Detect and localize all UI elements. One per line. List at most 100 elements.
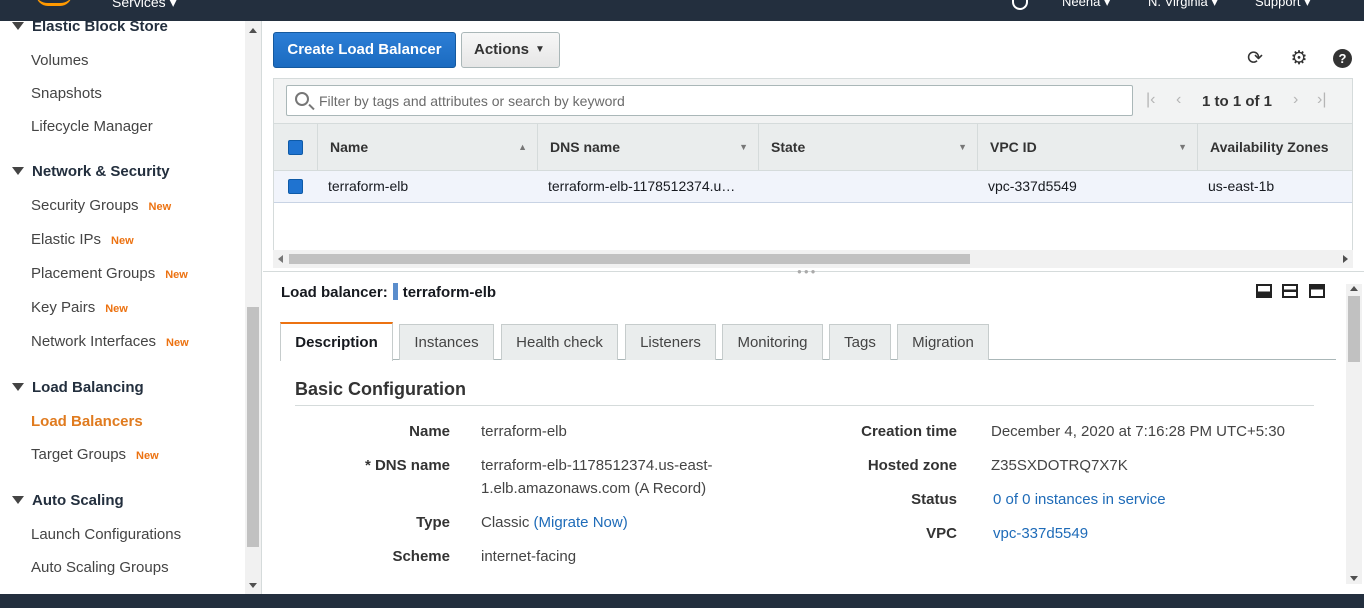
sidebar-item-volumes[interactable]: Volumes xyxy=(31,52,89,69)
scroll-up-arrow-icon[interactable] xyxy=(1350,286,1358,291)
sidebar-item-lifecycle-manager[interactable]: Lifecycle Manager xyxy=(31,118,153,135)
new-badge: New xyxy=(148,201,172,213)
new-badge: New xyxy=(136,450,159,462)
create-load-balancer-button[interactable]: Create Load Balancer xyxy=(273,32,456,68)
hosted-zone-value: Z35SXDOTRQ7X7K xyxy=(991,457,1128,474)
new-badge: New xyxy=(111,235,134,247)
sort-icon: ▼ xyxy=(739,142,748,152)
status-label: Status xyxy=(911,491,957,508)
column-header-dns-name[interactable]: DNS name ▼ xyxy=(537,124,758,171)
collapse-triangle-icon xyxy=(12,22,24,30)
migrate-now-link[interactable]: (Migrate Now) xyxy=(534,514,628,531)
tab-instances[interactable]: Instances xyxy=(399,324,494,360)
sort-icon: ▼ xyxy=(958,142,967,152)
dns-name-label: * DNS name xyxy=(364,457,450,474)
first-page-icon[interactable]: |‹ xyxy=(1146,91,1155,109)
sidebar-scrollbar[interactable] xyxy=(245,21,261,594)
sidebar-item-auto-scaling-groups[interactable]: Auto Scaling Groups xyxy=(31,559,169,576)
scroll-left-arrow-icon[interactable] xyxy=(278,255,283,263)
select-all-checkbox[interactable] xyxy=(288,140,303,155)
top-navigation-bar: Services ▾ Neeha ▾ N. Virginia ▾ Support… xyxy=(0,0,1364,21)
refresh-icon[interactable]: ⟳ xyxy=(1245,49,1265,69)
tab-monitoring[interactable]: Monitoring xyxy=(722,324,823,360)
main-content: Create Load Balancer Actions▼ ⟳ ⚙ ? |‹ ‹… xyxy=(263,21,1364,594)
section-title: Basic Configuration xyxy=(295,379,467,399)
bottom-bar xyxy=(0,594,1364,608)
last-page-icon[interactable]: ›| xyxy=(1317,91,1326,109)
services-menu[interactable]: Services ▾ xyxy=(112,0,177,11)
selection-bar xyxy=(392,283,398,300)
column-header-vpc-id[interactable]: VPC ID ▼ xyxy=(977,124,1197,171)
tab-listeners[interactable]: Listeners xyxy=(625,324,716,360)
sidebar-item-security-groups[interactable]: Security Groups New xyxy=(31,197,171,214)
search-input[interactable] xyxy=(319,91,1119,111)
tab-tags[interactable]: Tags xyxy=(829,324,891,360)
vpc-value-link[interactable]: vpc-337d5549 xyxy=(993,522,1088,545)
scroll-right-arrow-icon[interactable] xyxy=(1343,255,1348,263)
pagination-text: 1 to 1 of 1 xyxy=(1202,93,1273,110)
new-badge: New xyxy=(105,303,128,315)
gear-icon[interactable]: ⚙ xyxy=(1289,49,1309,69)
detail-pane: Load balancer: terraform-elb Description … xyxy=(273,276,1362,594)
sidebar-item-target-groups[interactable]: Target Groups New xyxy=(31,446,159,463)
scrollbar-thumb[interactable] xyxy=(289,254,970,264)
scrollbar-thumb[interactable] xyxy=(1348,296,1360,362)
sidebar-section-auto-scaling[interactable]: Auto Scaling xyxy=(12,492,124,509)
scroll-down-arrow-icon[interactable] xyxy=(1350,576,1358,581)
chevron-down-icon: ▼ xyxy=(535,44,545,55)
sidebar-item-launch-configurations[interactable]: Launch Configurations xyxy=(31,526,181,543)
detail-vertical-scrollbar[interactable] xyxy=(1346,284,1362,584)
pane-splitter[interactable]: ●●● xyxy=(263,267,1364,276)
user-menu[interactable]: Neeha ▾ xyxy=(1062,0,1110,10)
name-value: terraform-elb xyxy=(481,423,567,440)
table-row[interactable]: terraform-elb terraform-elb-1178512374.u… xyxy=(274,171,1352,203)
column-header-availability-zones[interactable]: Availability Zones xyxy=(1197,124,1352,171)
cell-vpc-id: vpc-337d5549 xyxy=(988,178,1077,194)
table-horizontal-scrollbar[interactable] xyxy=(273,250,1353,268)
sidebar-item-elastic-ips[interactable]: Elastic IPs New xyxy=(31,231,134,248)
bell-icon[interactable] xyxy=(1012,0,1028,10)
sidebar-item-placement-groups[interactable]: Placement Groups New xyxy=(31,265,188,282)
sidebar-item-load-balancers[interactable]: Load Balancers xyxy=(31,413,143,430)
search-box[interactable] xyxy=(286,85,1133,116)
scheme-value: internet-facing xyxy=(481,548,577,565)
collapse-triangle-icon xyxy=(12,383,24,391)
type-value: Classic (Migrate Now) xyxy=(481,514,628,531)
sidebar-item-snapshots[interactable]: Snapshots xyxy=(31,85,102,102)
hosted-zone-label: Hosted zone xyxy=(867,457,957,474)
previous-page-icon[interactable]: ‹ xyxy=(1176,91,1181,109)
drag-handle-icon[interactable]: ●●● xyxy=(797,267,818,276)
scrollbar-thumb[interactable] xyxy=(247,307,259,547)
sidebar-item-key-pairs[interactable]: Key Pairs New xyxy=(31,299,128,316)
sidebar-section-elastic-block-store[interactable]: Elastic Block Store xyxy=(12,21,168,35)
aws-logo-icon[interactable] xyxy=(36,0,72,6)
layout-split-pane-icon[interactable] xyxy=(1282,284,1298,298)
region-menu[interactable]: N. Virginia ▾ xyxy=(1148,0,1218,10)
layout-bottom-pane-icon[interactable] xyxy=(1256,284,1272,298)
scheme-label: Scheme xyxy=(392,548,450,565)
tab-health-check[interactable]: Health check xyxy=(501,324,618,360)
column-header-name[interactable]: Name ▲ xyxy=(317,124,537,171)
new-badge: New xyxy=(165,269,188,281)
row-checkbox[interactable] xyxy=(288,179,303,194)
sidebar-section-load-balancing[interactable]: Load Balancing xyxy=(12,379,144,396)
scroll-up-arrow-icon[interactable] xyxy=(249,28,257,33)
sidebar-section-network-security[interactable]: Network & Security xyxy=(12,163,170,180)
layout-top-pane-icon[interactable] xyxy=(1309,284,1325,298)
actions-dropdown-button[interactable]: Actions ▼ xyxy=(461,32,560,68)
collapse-triangle-icon xyxy=(12,167,24,175)
vpc-label: VPC xyxy=(926,525,957,542)
support-menu[interactable]: Support ▾ xyxy=(1255,0,1311,10)
scroll-down-arrow-icon[interactable] xyxy=(249,583,257,588)
cell-availability-zones: us-east-1b xyxy=(1208,178,1275,194)
cell-name: terraform-elb xyxy=(328,178,409,194)
next-page-icon[interactable]: › xyxy=(1293,91,1298,109)
help-icon[interactable]: ? xyxy=(1333,49,1352,68)
name-label: Name xyxy=(409,423,450,440)
column-header-state[interactable]: State ▼ xyxy=(758,124,977,171)
tab-migration[interactable]: Migration xyxy=(897,324,989,360)
detail-heading: Load balancer: terraform-elb xyxy=(281,283,497,301)
tab-description[interactable]: Description xyxy=(280,322,393,361)
status-value-link[interactable]: 0 of 0 instances in service xyxy=(993,488,1166,511)
sidebar-item-network-interfaces[interactable]: Network Interfaces New xyxy=(31,333,189,350)
